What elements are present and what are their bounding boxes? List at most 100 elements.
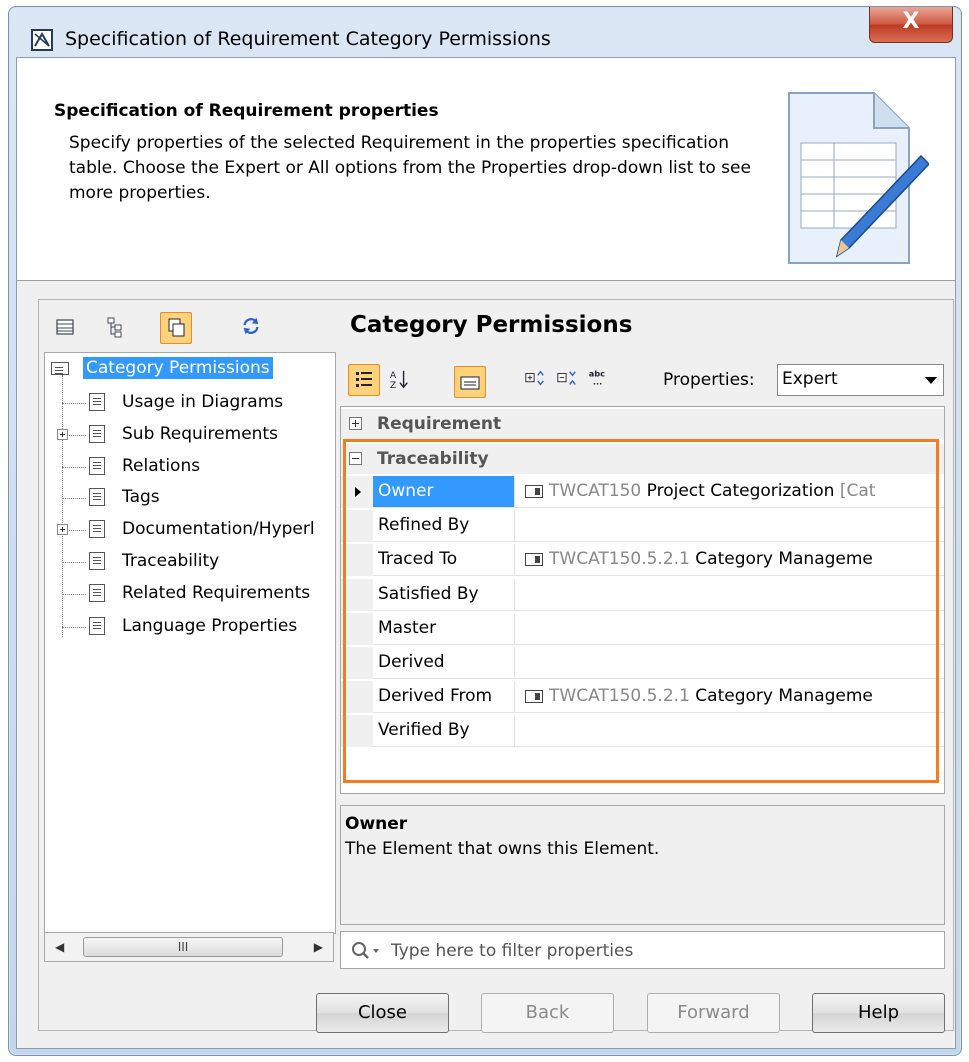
page-icon [89, 584, 105, 602]
page-icon [89, 425, 105, 443]
categorized-view-button[interactable] [348, 364, 380, 396]
property-value[interactable]: TWCAT150.5.2.1 Category Manageme [517, 544, 944, 580]
element-id: TWCAT150.5.2.1 [549, 686, 690, 706]
property-row-derived[interactable]: Derived [341, 647, 944, 679]
expand-icon[interactable] [57, 524, 68, 535]
group-name: Traceability [377, 449, 489, 469]
copy-icon [168, 318, 185, 337]
page-icon [89, 552, 105, 570]
property-row-owner[interactable]: Owner TWCAT150 Project Categorization [C… [341, 476, 944, 508]
tree-item-relations[interactable]: Relations [45, 453, 335, 481]
property-value[interactable] [517, 715, 944, 751]
scroll-left-icon[interactable]: ◀ [55, 940, 64, 954]
group-requirement[interactable]: Requirement [341, 409, 944, 439]
tree-item-label: Category Permissions [83, 357, 273, 379]
navigation-tree[interactable]: Category Permissions Usage in Diagrams S… [44, 352, 336, 934]
expand-icon[interactable] [57, 429, 68, 440]
svg-text:...: ... [593, 377, 602, 387]
tree-item-label: Documentation/Hyperl [122, 519, 315, 539]
property-name: Owner [373, 476, 515, 507]
filter-box[interactable] [340, 931, 945, 969]
property-row-satisfied-by[interactable]: Satisfied By [341, 579, 944, 611]
scroll-thumb[interactable]: III [83, 937, 283, 957]
categorized-icon [356, 372, 372, 387]
close-button[interactable]: Close [316, 993, 449, 1033]
tree-view-icon[interactable] [105, 316, 127, 338]
element-name: Category Manageme [689, 686, 873, 706]
description-toggle-button[interactable] [454, 366, 486, 398]
expand-icon[interactable] [349, 417, 362, 430]
tree-item-traceability[interactable]: Traceability [45, 548, 335, 576]
property-row-verified-by[interactable]: Verified By [341, 715, 944, 747]
header-title: Specification of Requirement properties [54, 101, 439, 121]
property-row-derived-from[interactable]: Derived From TWCAT150.5.2.1 Category Man… [341, 681, 944, 713]
group-name: Requirement [377, 414, 502, 434]
tree-horizontal-scrollbar[interactable]: ◀ III ▶ [44, 932, 334, 962]
spell-check-icon[interactable]: abc... [588, 366, 610, 388]
collapse-icon[interactable] [349, 452, 362, 465]
search-icon[interactable] [351, 941, 385, 961]
back-button[interactable]: Back [481, 993, 614, 1033]
panel-title: Category Permissions [350, 312, 633, 338]
tree-item-label: Usage in Diagrams [122, 392, 284, 412]
property-row-master[interactable]: Master [341, 613, 944, 645]
properties-label: Properties: [663, 370, 755, 390]
help-button[interactable]: Help [812, 993, 945, 1033]
property-value[interactable] [517, 510, 944, 546]
element-id: TWCAT150 [549, 481, 642, 501]
svg-text:Z: Z [390, 380, 396, 390]
property-value[interactable] [517, 647, 944, 683]
filter-input[interactable] [389, 937, 933, 965]
page-icon [89, 520, 105, 538]
properties-dropdown[interactable]: Expert [777, 364, 944, 396]
dialog-header: Specification of Requirement properties … [17, 58, 955, 281]
chevron-down-icon[interactable] [925, 377, 937, 384]
property-name: Traced To [373, 544, 515, 575]
property-grid[interactable]: Requirement Traceability Owner TWCAT150 … [340, 406, 945, 794]
page-icon [89, 488, 105, 506]
window-close-button[interactable]: X [869, 7, 953, 43]
property-value[interactable] [517, 579, 944, 615]
tree-item-documentation[interactable]: Documentation/Hyperl [45, 516, 335, 544]
sort-alphabetical-icon[interactable]: AZ [388, 368, 410, 390]
group-traceability[interactable]: Traceability [341, 444, 944, 474]
expand-all-icon[interactable] [524, 368, 546, 390]
tree-item-language-properties[interactable]: Language Properties [45, 613, 335, 641]
collapse-all-icon[interactable] [556, 368, 578, 390]
page-icon [89, 617, 105, 635]
tree-item-category-permissions[interactable]: Category Permissions [45, 355, 335, 383]
tree-item-usage-in-diagrams[interactable]: Usage in Diagrams [45, 389, 335, 417]
requirement-icon [51, 362, 69, 375]
property-name: Refined By [373, 510, 515, 541]
property-row-traced-to[interactable]: Traced To TWCAT150.5.2.1 Category Manage… [341, 544, 944, 576]
property-value[interactable]: TWCAT150 Project Categorization [Cat [517, 476, 944, 512]
description-title: Owner [345, 814, 408, 834]
properties-dropdown-value: Expert [782, 369, 838, 389]
element-id: TWCAT150.5.2.1 [549, 549, 690, 569]
property-name: Derived [373, 647, 515, 678]
property-value[interactable] [517, 613, 944, 649]
tree-item-tags[interactable]: Tags [45, 484, 335, 512]
copy-view-button[interactable] [160, 312, 192, 344]
tree-item-sub-requirements[interactable]: Sub Requirements [45, 421, 335, 449]
property-name: Satisfied By [373, 579, 515, 610]
tree-item-label: Related Requirements [122, 583, 311, 603]
tree-item-label: Traceability [122, 551, 220, 571]
refresh-icon[interactable] [240, 315, 262, 337]
header-description: Specify properties of the selected Requi… [69, 133, 751, 203]
property-name: Derived From [373, 681, 515, 712]
property-description-panel: Owner The Element that owns this Element… [340, 805, 945, 925]
app-icon [31, 29, 53, 51]
tree-item-label: Sub Requirements [122, 424, 278, 444]
row-pointer-icon [355, 487, 361, 497]
tree-item-related-requirements[interactable]: Related Requirements [45, 580, 335, 608]
property-value[interactable]: TWCAT150.5.2.1 Category Manageme [517, 681, 944, 717]
element-name: Category Manageme [689, 549, 873, 569]
table-view-icon[interactable] [54, 316, 76, 338]
element-owner: [Cat [834, 481, 876, 501]
property-row-refined-by[interactable]: Refined By [341, 510, 944, 542]
requirement-icon [525, 552, 543, 566]
page-icon [89, 393, 105, 411]
forward-button[interactable]: Forward [647, 993, 780, 1033]
scroll-right-icon[interactable]: ▶ [314, 940, 323, 954]
